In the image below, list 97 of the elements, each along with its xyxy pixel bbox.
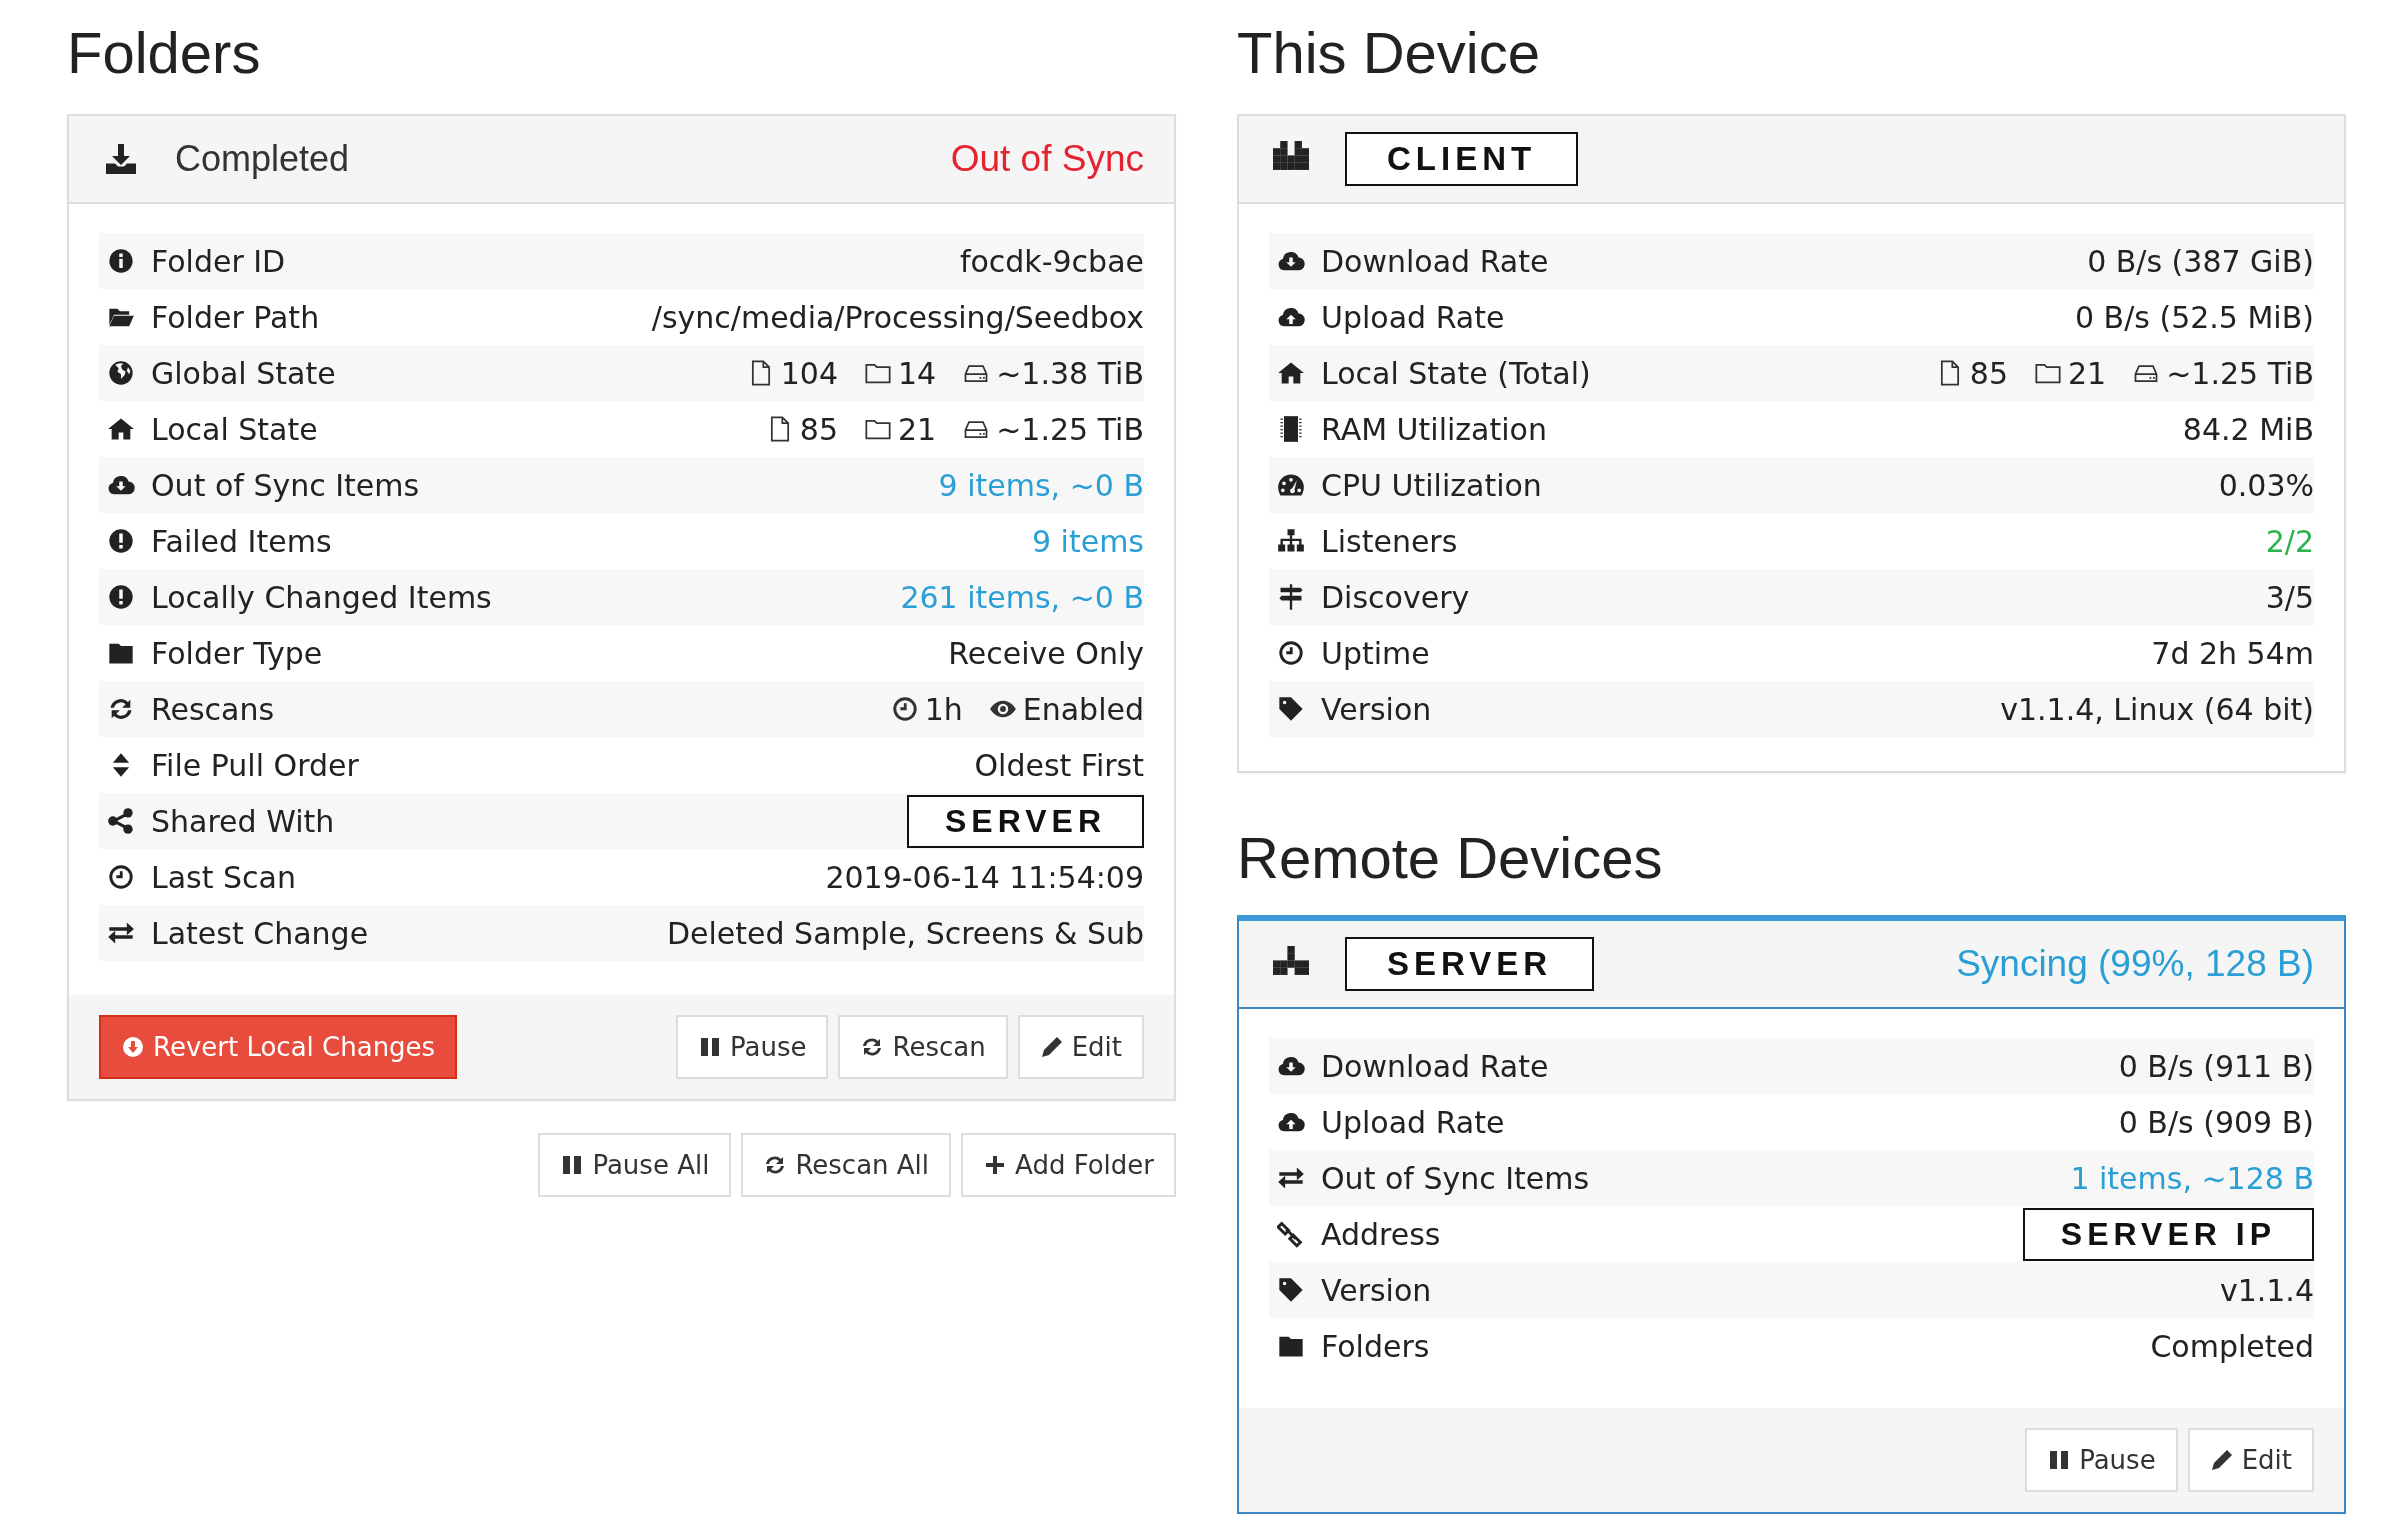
- row-label: Folder Type: [151, 635, 323, 671]
- row-label: Latest Change: [151, 915, 369, 951]
- pause-button[interactable]: Pause: [2025, 1428, 2178, 1492]
- sitemap-icon: [1277, 527, 1305, 555]
- row-value: v1.1.4: [2219, 1272, 2314, 1308]
- tag-icon: [1277, 1276, 1305, 1304]
- row-label: Uptime: [1321, 635, 1430, 671]
- globe-icon: [107, 359, 135, 387]
- folder-count: 21: [898, 411, 937, 447]
- row-value: 0 B/s (387 GiB): [2087, 243, 2314, 279]
- row-label: RAM Utilization: [1321, 411, 1547, 447]
- sync-status: Syncing (99%, 128 B): [1956, 943, 2314, 985]
- folder-count: 14: [898, 355, 937, 391]
- row-label: Rescans: [151, 691, 275, 727]
- row-value: Receive Only: [948, 635, 1144, 671]
- watcher-state: Enabled: [1022, 691, 1144, 727]
- link-icon: [1277, 1220, 1305, 1248]
- panel-header[interactable]: CLIENT: [1239, 116, 2344, 204]
- row-label: Version: [1321, 1272, 1432, 1308]
- row-label: Folder ID: [151, 243, 286, 279]
- device-name-label: SERVER IP: [2022, 1207, 2314, 1261]
- row-value: 2019-06-14 11:54:09: [825, 859, 1144, 895]
- row-value: 7d 2h 54m: [2151, 635, 2314, 671]
- row-label: Local State (Total): [1321, 355, 1591, 391]
- panel-header[interactable]: SERVER Syncing (99%, 128 B): [1239, 921, 2344, 1009]
- row-value: 0 B/s (52.5 MiB): [2074, 299, 2314, 335]
- device-name-label: SERVER: [907, 794, 1144, 848]
- share-icon: [107, 807, 135, 835]
- row-label: Discovery: [1321, 579, 1470, 615]
- row-label: Listeners: [1321, 523, 1458, 559]
- row-value: v1.1.4, Linux (64 bit): [2000, 691, 2314, 727]
- pause-all-button[interactable]: Pause All: [538, 1133, 732, 1197]
- row-label: CPU Utilization: [1321, 467, 1542, 503]
- row-value: 2/2: [2265, 523, 2314, 559]
- row-label: Version: [1321, 691, 1432, 727]
- exclamation-icon: [107, 583, 135, 611]
- edit-button[interactable]: Edit: [1017, 1015, 1144, 1079]
- exclamation-icon: [107, 527, 135, 555]
- rescan-all-button[interactable]: Rescan All: [741, 1133, 952, 1197]
- row-label: Out of Sync Items: [1321, 1160, 1590, 1196]
- info-icon: [107, 247, 135, 275]
- device-name-label: SERVER: [1345, 937, 1595, 991]
- row-label: Locally Changed Items: [151, 579, 492, 615]
- row-label: File Pull Order: [151, 747, 359, 783]
- size-value: ~1.38 TiB: [996, 355, 1144, 391]
- add-folder-button[interactable]: Add Folder: [961, 1133, 1176, 1197]
- pause-icon: [698, 1035, 722, 1059]
- row-value: focdk-9cbae: [959, 243, 1144, 279]
- tag-icon: [1277, 695, 1305, 723]
- pause-button[interactable]: Pause: [676, 1015, 829, 1079]
- row-label: Shared With: [151, 803, 335, 839]
- row-label: Global State: [151, 355, 336, 391]
- circle-arrow-down-icon: [121, 1035, 145, 1059]
- revert-button[interactable]: Revert Local Changes: [99, 1015, 458, 1079]
- row-value: 3/5: [2265, 579, 2314, 615]
- edit-button[interactable]: Edit: [2187, 1428, 2314, 1492]
- row-value: Oldest First: [974, 747, 1144, 783]
- row-value: /sync/media/Processing/Seedbox: [651, 299, 1144, 335]
- file-count: 85: [1969, 355, 2008, 391]
- row-label: Failed Items: [151, 523, 332, 559]
- folder-count: 21: [2068, 355, 2107, 391]
- clock-icon: [107, 863, 135, 891]
- device-name-label: CLIENT: [1345, 132, 1579, 186]
- size-value: ~1.25 TiB: [996, 411, 1144, 447]
- row-label: Out of Sync Items: [151, 467, 420, 503]
- section-heading: Folders: [67, 19, 261, 87]
- row-label: Download Rate: [1321, 243, 1549, 279]
- row-label: Address: [1321, 1216, 1441, 1252]
- row-label: Upload Rate: [1321, 1104, 1505, 1140]
- pencil-icon: [2209, 1448, 2234, 1472]
- row-value: 0 B/s (909 B): [2118, 1104, 2314, 1140]
- sync-status: Out of Sync: [950, 138, 1144, 180]
- row-label: Upload Rate: [1321, 299, 1505, 335]
- row-label: Folders: [1321, 1328, 1430, 1364]
- file-count: 104: [780, 355, 838, 391]
- clock-icon: [890, 695, 919, 723]
- row-label: Download Rate: [1321, 1048, 1549, 1084]
- signpost-icon: [1277, 583, 1305, 611]
- rescan-button[interactable]: Rescan: [838, 1015, 1008, 1079]
- row-value: Deleted Sample, Screens & Sub: [666, 915, 1144, 951]
- size-value: ~1.25 TiB: [2166, 355, 2314, 391]
- panel-header[interactable]: Completed Out of Sync: [69, 116, 1174, 204]
- pencil-icon: [1039, 1035, 1064, 1059]
- clock-icon: [1277, 639, 1305, 667]
- row-label: Local State: [151, 411, 318, 447]
- download-icon: [103, 141, 139, 177]
- row-value: 0.03%: [2218, 467, 2314, 503]
- row-value: 84.2 MiB: [2182, 411, 2314, 447]
- row-label: Last Scan: [151, 859, 296, 895]
- section-heading: Remote Devices: [1237, 824, 1663, 892]
- row-label: Folder Path: [151, 299, 320, 335]
- file-count: 85: [799, 411, 838, 447]
- section-heading: This Device: [1237, 19, 1540, 87]
- folder-name: Completed: [175, 138, 350, 180]
- row-value: 0 B/s (911 B): [2118, 1048, 2314, 1084]
- row-value: Completed: [2150, 1328, 2314, 1364]
- interval-value: 1h: [924, 691, 963, 727]
